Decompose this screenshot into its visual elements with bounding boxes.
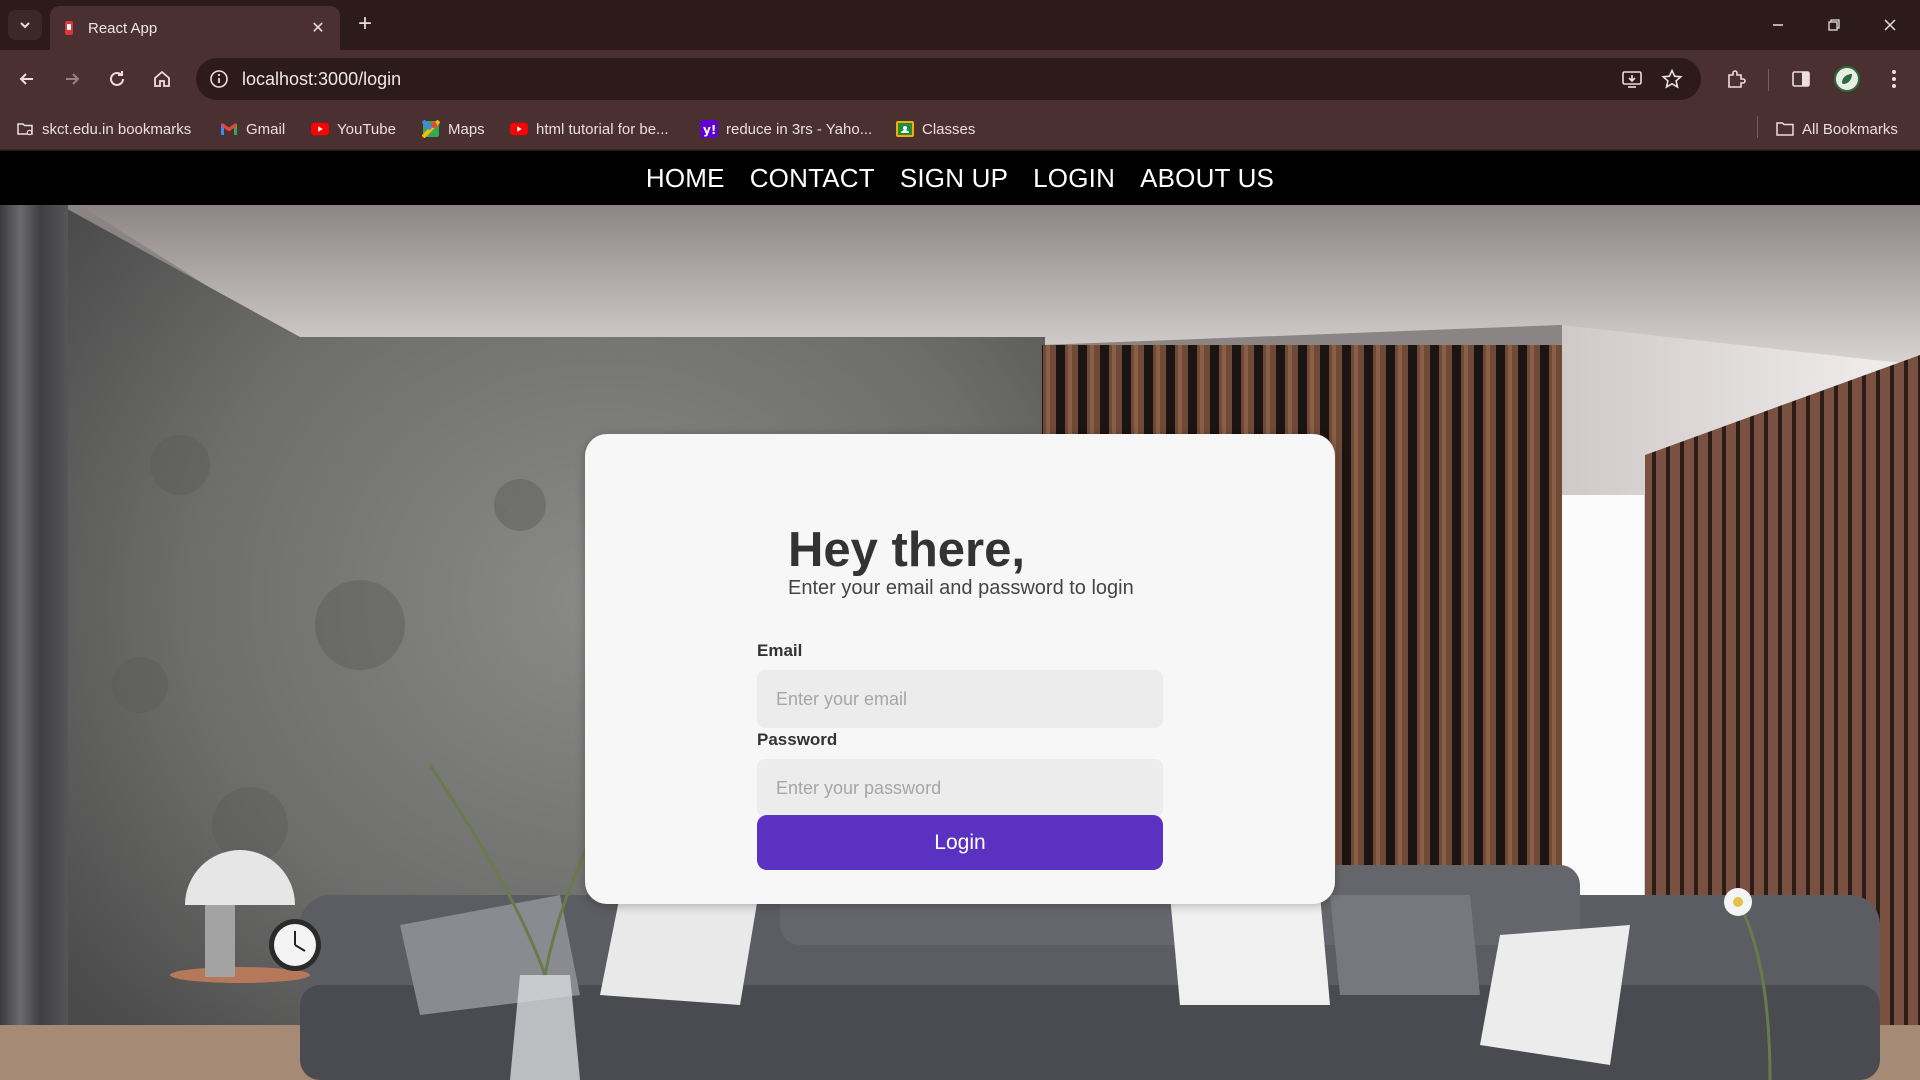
puzzle-icon <box>1728 70 1746 88</box>
browser-toolbar: localhost:3000/login <box>0 50 1920 108</box>
kebab-menu-icon <box>1892 70 1896 88</box>
close-window-button[interactable] <box>1870 10 1910 40</box>
bookmark-star-icon[interactable] <box>1660 67 1684 91</box>
menu-button[interactable] <box>1878 63 1910 95</box>
tab-strip: React App ✕ + <box>0 0 1920 50</box>
bookmark-skct[interactable]: skct.edu.in bookmarks <box>16 118 191 140</box>
tab-title: React App <box>88 19 158 37</box>
arrow-left-icon <box>19 73 33 85</box>
bookmark-label: html tutorial for be... <box>536 120 669 138</box>
nav-signup-link[interactable]: SIGN UP <box>887 163 1020 194</box>
toolbar-divider <box>1768 69 1769 91</box>
close-icon <box>1884 19 1896 31</box>
profile-leaf-icon <box>1842 74 1852 84</box>
react-favicon-icon <box>62 20 76 36</box>
svg-text:y!: y! <box>703 123 716 137</box>
tab-search-button[interactable] <box>8 10 42 40</box>
home-icon <box>154 70 170 87</box>
youtube-icon <box>510 120 528 138</box>
site-info-icon[interactable] <box>208 68 230 90</box>
yahoo-icon: y! <box>700 120 718 138</box>
bookmark-youtube[interactable]: YouTube <box>311 118 396 140</box>
url-text: localhost:3000/login <box>242 69 402 89</box>
bookmark-classes[interactable]: Classes <box>896 118 975 140</box>
nav-about-link[interactable]: ABOUT US <box>1128 163 1287 194</box>
nav-contact-link[interactable]: CONTACT <box>737 163 887 194</box>
site-navbar: HOME CONTACT SIGN UP LOGIN ABOUT US <box>0 151 1920 205</box>
bookmark-label: skct.edu.in bookmarks <box>42 120 192 138</box>
web-page: HOME CONTACT SIGN UP LOGIN ABOUT US Hey … <box>0 151 1920 1080</box>
active-tab[interactable]: React App ✕ <box>50 6 340 50</box>
nav-login-link[interactable]: LOGIN <box>1021 163 1128 194</box>
bookmarks-divider <box>1757 116 1758 138</box>
forward-button[interactable] <box>56 63 88 95</box>
bookmark-gmail[interactable]: Gmail <box>220 118 285 140</box>
all-bookmarks-label: All Bookmarks <box>1802 120 1898 138</box>
bookmark-label: reduce in 3rs - Yaho... <box>726 120 873 138</box>
password-field[interactable] <box>757 759 1163 817</box>
bookmark-label: Gmail <box>246 120 286 138</box>
gmail-icon <box>220 120 238 138</box>
folder-icon <box>16 120 34 138</box>
back-button[interactable] <box>11 63 43 95</box>
bookmark-html-tutorial[interactable]: html tutorial for be... <box>510 118 669 140</box>
bookmark-maps[interactable]: Maps <box>422 118 485 140</box>
bookmark-label: YouTube <box>337 120 396 138</box>
new-tab-button[interactable]: + <box>352 12 378 38</box>
install-app-icon[interactable] <box>1620 67 1644 91</box>
minimize-button[interactable] <box>1758 10 1798 40</box>
extensions-button[interactable] <box>1720 63 1752 95</box>
address-bar[interactable]: localhost:3000/login <box>196 58 1701 100</box>
email-label: Email <box>757 641 803 660</box>
home-button[interactable] <box>146 63 178 95</box>
side-panel-button[interactable] <box>1785 63 1817 95</box>
password-label: Password <box>757 730 838 749</box>
youtube-icon <box>311 120 329 138</box>
all-bookmarks-button[interactable]: All Bookmarks <box>1776 118 1898 140</box>
chevron-down-icon <box>20 22 30 29</box>
login-subtitle: Enter your email and password to login <box>788 577 1134 599</box>
arrow-right-icon <box>66 73 80 85</box>
side-panel-icon <box>1792 71 1810 87</box>
nav-home-link[interactable]: HOME <box>633 163 737 194</box>
bookmark-label: Classes <box>922 120 976 138</box>
restore-button[interactable] <box>1814 10 1854 40</box>
profile-avatar[interactable] <box>1834 66 1860 92</box>
living-room-background-image: Hey there, Enter your email and password… <box>0 205 1920 1080</box>
bookmarks-bar: skct.edu.in bookmarks Gmail YouTube Maps… <box>0 108 1920 150</box>
folder-icon <box>1776 120 1794 138</box>
bookmark-label: Maps <box>448 120 485 138</box>
minimize-icon <box>1773 24 1783 26</box>
email-field[interactable] <box>757 670 1163 728</box>
login-heading: Hey there, <box>788 523 1025 577</box>
reload-icon <box>110 71 124 86</box>
maps-icon <box>422 120 440 138</box>
classroom-icon <box>896 120 914 138</box>
reload-button[interactable] <box>101 63 133 95</box>
close-tab-icon[interactable]: ✕ <box>308 18 328 38</box>
login-card: Hey there, Enter your email and password… <box>585 434 1335 904</box>
restore-icon <box>1828 19 1840 31</box>
login-button[interactable]: Login <box>757 815 1163 870</box>
bookmark-yahoo[interactable]: y! reduce in 3rs - Yaho... <box>700 118 872 140</box>
